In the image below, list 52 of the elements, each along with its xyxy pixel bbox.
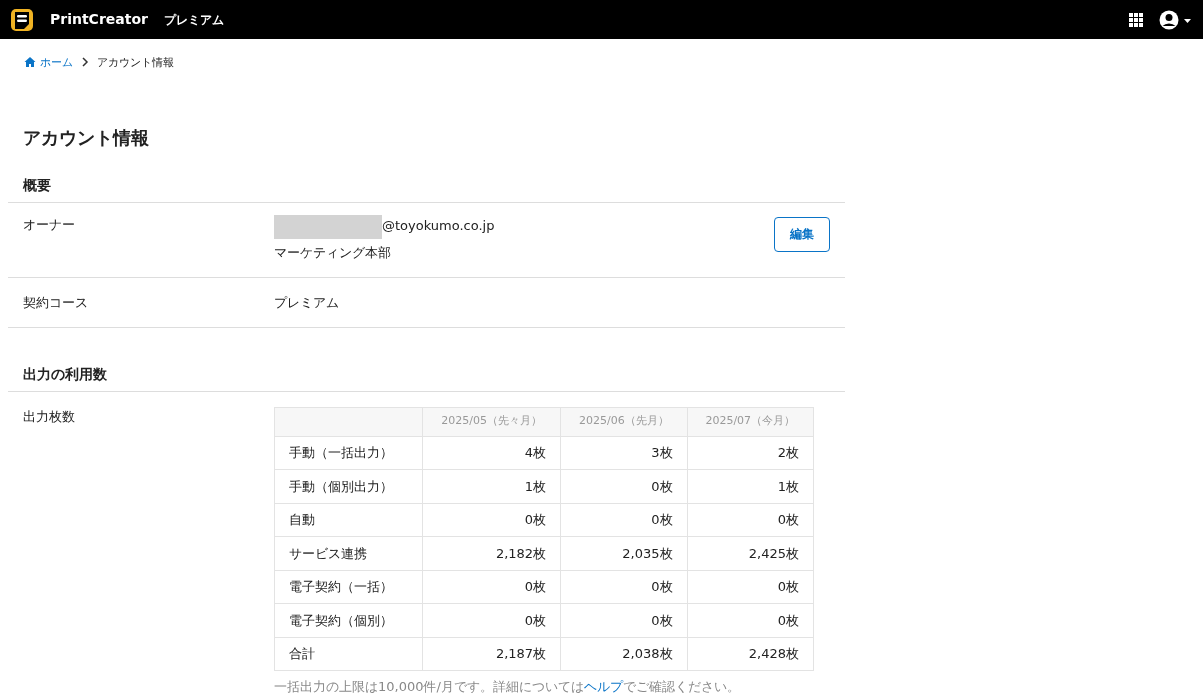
row-label: 電子契約（一括） [274,570,423,604]
table-cell: 0枚 [560,570,688,604]
owner-email: @toyokumo.co.jp [382,218,495,234]
column-header: 2025/07（今月） [687,407,814,437]
table-cell: 1枚 [687,469,814,504]
breadcrumb-current: アカウント情報 [97,55,174,71]
table-cell: 2,035枚 [560,536,688,571]
owner-department: マーケティング本部 [274,244,391,260]
row-label: 手動（一括出力） [274,436,423,470]
table-cell: 0枚 [687,570,814,604]
page-title: アカウント情報 [23,127,149,149]
table-cell: 2,182枚 [422,536,561,571]
chevron-right-icon [81,57,89,67]
column-header: 2025/06（先月） [560,407,688,437]
table-cell: 0枚 [687,603,814,638]
field-label: 契約コース [23,295,88,311]
apps-grid-icon[interactable] [1129,12,1143,27]
app-logo-icon [10,7,34,32]
column-header: 2025/05（先々月） [422,407,561,437]
field-label: オーナー [23,216,75,232]
table-cell: 2,187枚 [422,637,561,671]
section-heading: 概要 [23,177,51,193]
usage-note: 一括出力の上限は10,000件/月です。詳細についてはヘルプでご確認ください。 [274,678,741,693]
plan-label: プレミアム [163,11,224,29]
table-cell: 2,038枚 [560,637,688,671]
table-cell: 0枚 [422,503,561,537]
table-cell: 0枚 [560,503,688,537]
table-cell: 3枚 [560,436,688,470]
table-cell: 1枚 [422,469,561,504]
app-name: PrintCreator [50,10,148,29]
edit-button[interactable]: 編集 [774,216,830,252]
table-cell: 0枚 [560,469,688,504]
row-label: 合計 [274,637,423,671]
row-label: 手動（個別出力） [274,469,423,504]
table-cell: 0枚 [560,603,688,638]
home-link[interactable]: ホーム [40,55,73,72]
row-label: サービス連携 [274,536,423,571]
home-icon [24,56,36,68]
table-cell: 2,425枚 [687,536,814,571]
row-label: 電子契約（個別） [274,603,423,638]
field-label: 出力枚数 [23,408,75,424]
section-heading: 出力の利用数 [23,365,107,382]
table-cell: 0枚 [422,570,561,604]
field-value: プレミアム [274,295,339,311]
help-link[interactable]: ヘルプ [583,679,623,693]
table-cell: 4枚 [422,436,561,470]
table-cell: 0枚 [687,503,814,537]
table-cell: 0枚 [422,603,561,638]
row-label: 自動 [274,503,423,537]
table-cell: 2,428枚 [687,637,814,671]
account-menu-icon[interactable] [1159,9,1193,30]
table-cell: 2枚 [687,436,814,470]
